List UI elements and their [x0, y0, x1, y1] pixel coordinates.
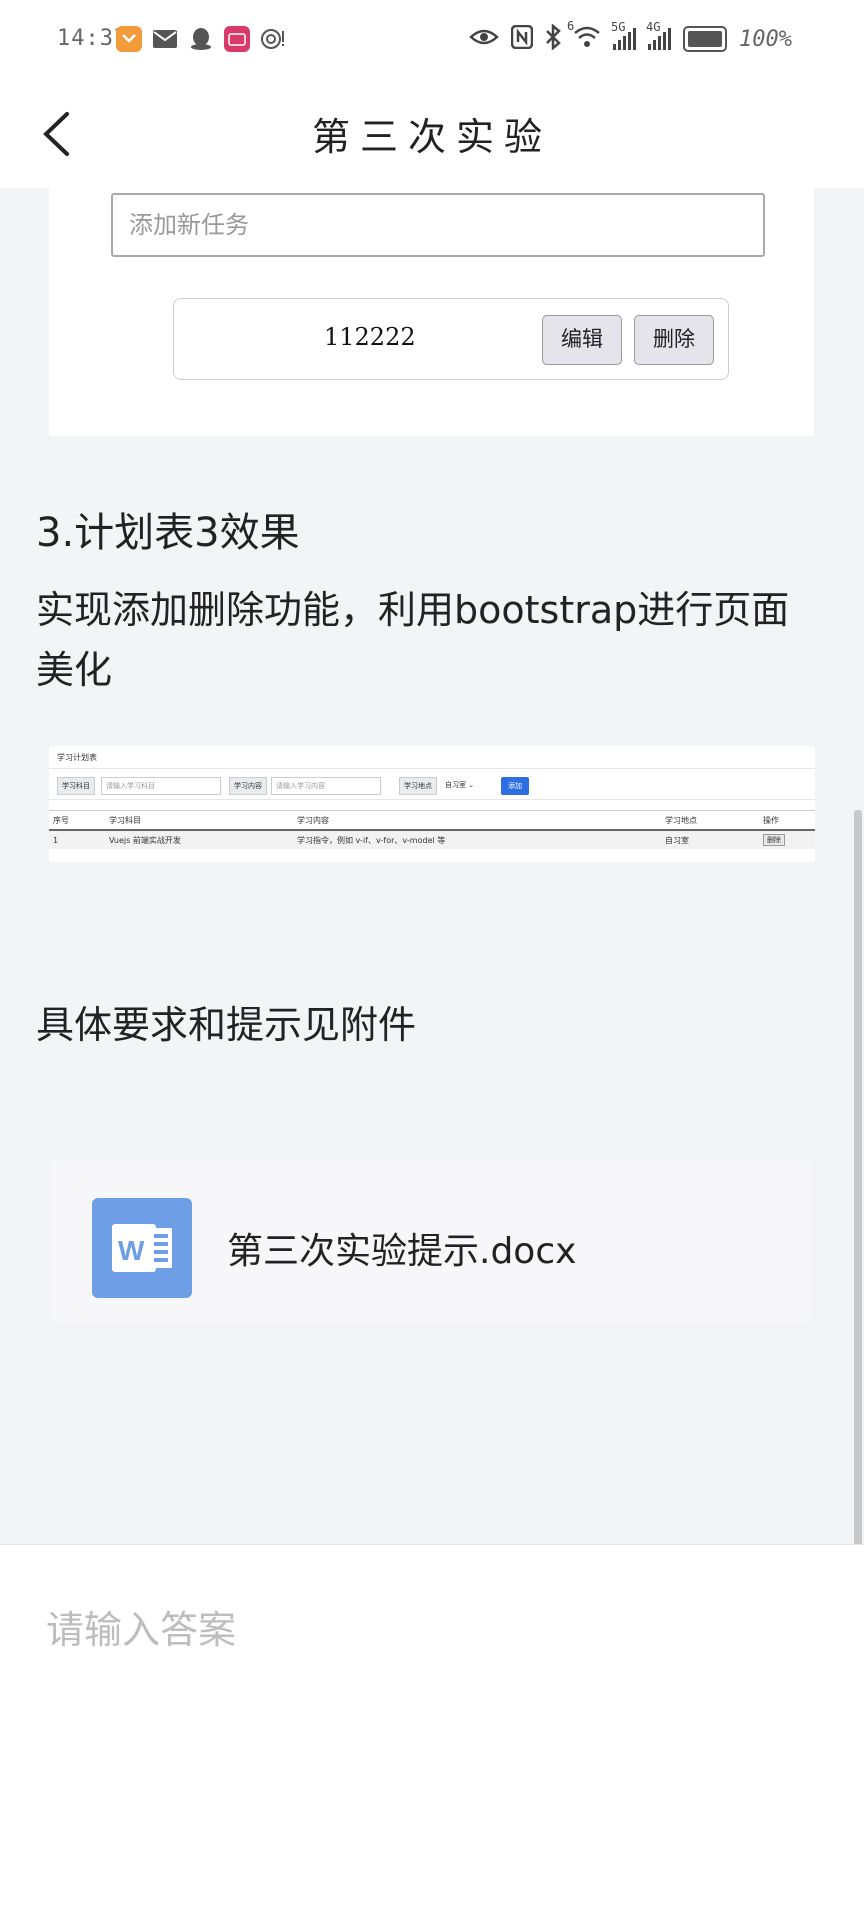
nfc-icon [510, 24, 534, 53]
section-description: 实现添加删除功能，利用bootstrap进行页面美化 [36, 588, 790, 692]
eye-icon [469, 27, 499, 51]
signal-5g-label: 5G [611, 20, 626, 34]
content-label: 学习内容 [229, 777, 267, 795]
new-task-input: 添加新任务 [111, 193, 765, 257]
shopping-app-icon [116, 26, 142, 52]
section-heading: 3.计划表3效果 [36, 510, 300, 556]
table-cell: 学习指令，例如 v-if、v-for、v-model 等 [297, 835, 446, 845]
svg-text:W: W [118, 1235, 145, 1266]
delete-button: 删除 [634, 315, 714, 365]
table-cell: Vuejs 前端实战开发 [109, 835, 181, 845]
column-header: 操作 [763, 815, 779, 825]
mail-icon [152, 26, 178, 52]
bluetooth-icon [545, 23, 561, 54]
battery-percent: 100% [739, 26, 792, 52]
plan-form: 学习科目 请输入学习科目 学习内容 请输入学习内容 学习地点 自习室 ⌄ 添加 [49, 768, 815, 800]
hotspot-icon [260, 26, 286, 52]
table-cell: 自习室 [665, 835, 689, 845]
status-bar: 14:37 6 5G 4G 100% [0, 0, 864, 80]
battery-icon [683, 26, 728, 52]
notification-icons [116, 26, 286, 52]
table-cell: 删除 [759, 830, 815, 849]
column-header: 学习地点 [665, 815, 697, 825]
location-label: 学习地点 [399, 777, 437, 795]
subject-label: 学习科目 [57, 777, 95, 795]
bilibili-icon [224, 26, 250, 52]
row-delete-button: 删除 [763, 834, 785, 846]
task-item: 112222 编辑 删除 [173, 298, 729, 380]
wifi-icon: 6 [567, 19, 601, 53]
signal-5g-icon: 5G [611, 20, 637, 50]
subject-input: 请输入学习科目 [101, 777, 221, 795]
column-header: 学习内容 [297, 815, 329, 825]
table-header-row: 序号 学习科目 学习内容 学习地点 操作 [49, 810, 815, 830]
plan-table: 序号 学习科目 学习内容 学习地点 操作 1 Vuejs 前端实战开发 学习指令… [49, 810, 815, 849]
edit-button: 编辑 [542, 315, 622, 365]
wifi-label: 6 [567, 19, 575, 33]
location-select: 自习室 ⌄ [445, 781, 475, 789]
requirement-text: 具体要求和提示见附件 [36, 1003, 417, 1047]
table-row: 1 Vuejs 前端实战开发 学习指令，例如 v-if、v-for、v-mode… [49, 830, 815, 849]
attachment-card[interactable]: W 第三次实验提示.docx [52, 1160, 810, 1322]
location-value: 自习室 [445, 781, 466, 789]
column-header: 序号 [53, 815, 69, 825]
qq-icon [188, 26, 214, 52]
system-indicators: 6 5G 4G 100% [469, 19, 792, 54]
add-button: 添加 [501, 777, 529, 795]
signal-4g-icon: 4G [646, 20, 672, 50]
content-input: 请输入学习内容 [271, 777, 381, 795]
answer-input[interactable]: 请输入答案 [0, 1544, 864, 1921]
app-header: 第三次实验 [0, 80, 864, 188]
page-title: 第三次实验 [311, 115, 552, 159]
plan-title: 学习计划表 [57, 753, 97, 762]
attachment-filename: 第三次实验提示.docx [227, 1231, 577, 1272]
task-text: 112222 [324, 323, 416, 351]
signal-4g-label: 4G [646, 20, 661, 34]
word-doc-icon: W [92, 1198, 192, 1298]
table-cell: 1 [53, 835, 59, 845]
answer-placeholder: 请输入答案 [46, 1608, 237, 1652]
demo-screenshot-plan-table: 学习计划表 学习科目 请输入学习科目 学习内容 请输入学习内容 学习地点 自习室… [49, 746, 815, 862]
column-header: 学习科目 [109, 815, 141, 825]
demo-screenshot-todo: 添加新任务 112222 编辑 删除 [49, 188, 814, 436]
